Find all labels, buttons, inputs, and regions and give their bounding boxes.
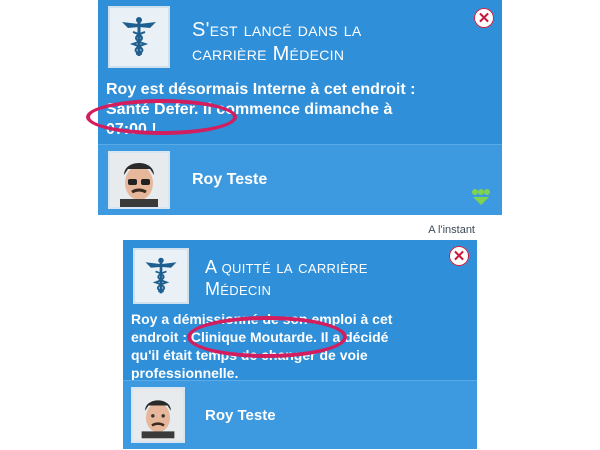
- notification-message: Roy a démissionné de son emploi à cet en…: [131, 310, 461, 382]
- medical-caduceus-icon: [108, 6, 170, 68]
- career-quit-notification: A l'instant A quitté la carrière Médecin…: [123, 224, 477, 449]
- timestamp: A l'instant: [428, 224, 475, 236]
- sim-row[interactable]: Roy Teste: [98, 144, 502, 215]
- message-line: endroit : Clinique Moutarde. Il a décidé: [131, 329, 389, 345]
- message-line: Roy a démissionné de son emploi à cet: [131, 311, 393, 327]
- title-line: carrière Médecin: [192, 43, 345, 65]
- title-line: S'est lancé dans la: [192, 19, 362, 41]
- medical-caduceus-icon: [133, 248, 189, 304]
- close-button[interactable]: ✕: [474, 8, 494, 28]
- close-icon: ✕: [452, 248, 466, 265]
- close-icon: ✕: [477, 10, 491, 27]
- sim-row[interactable]: Roy Teste: [123, 380, 477, 449]
- message-line: Santé Defer. Il commence dimanche à: [106, 101, 393, 118]
- message-line: qu'il était temps de changer de voie: [131, 347, 368, 363]
- career-started-notification: S'est lancé dans la carrière Médecin ✕ R…: [98, 0, 502, 215]
- notification-title: A quitté la carrière Médecin: [205, 256, 435, 300]
- avatar[interactable]: [131, 387, 185, 443]
- title-line: Médecin: [205, 279, 272, 299]
- message-line: Roy est désormais Interne à cet endroit …: [106, 81, 416, 98]
- sim-name: Roy Teste: [205, 407, 276, 424]
- notification-title: S'est lancé dans la carrière Médecin: [192, 18, 442, 66]
- title-line: A quitté la carrière: [205, 257, 368, 277]
- notification-message: Roy est désormais Interne à cet endroit …: [106, 80, 486, 140]
- sim-name: Roy Teste: [192, 171, 268, 188]
- chevron-down-icon[interactable]: [470, 187, 492, 207]
- avatar[interactable]: [108, 151, 170, 209]
- close-button[interactable]: ✕: [449, 246, 469, 266]
- message-line: 07:00 !: [106, 121, 157, 138]
